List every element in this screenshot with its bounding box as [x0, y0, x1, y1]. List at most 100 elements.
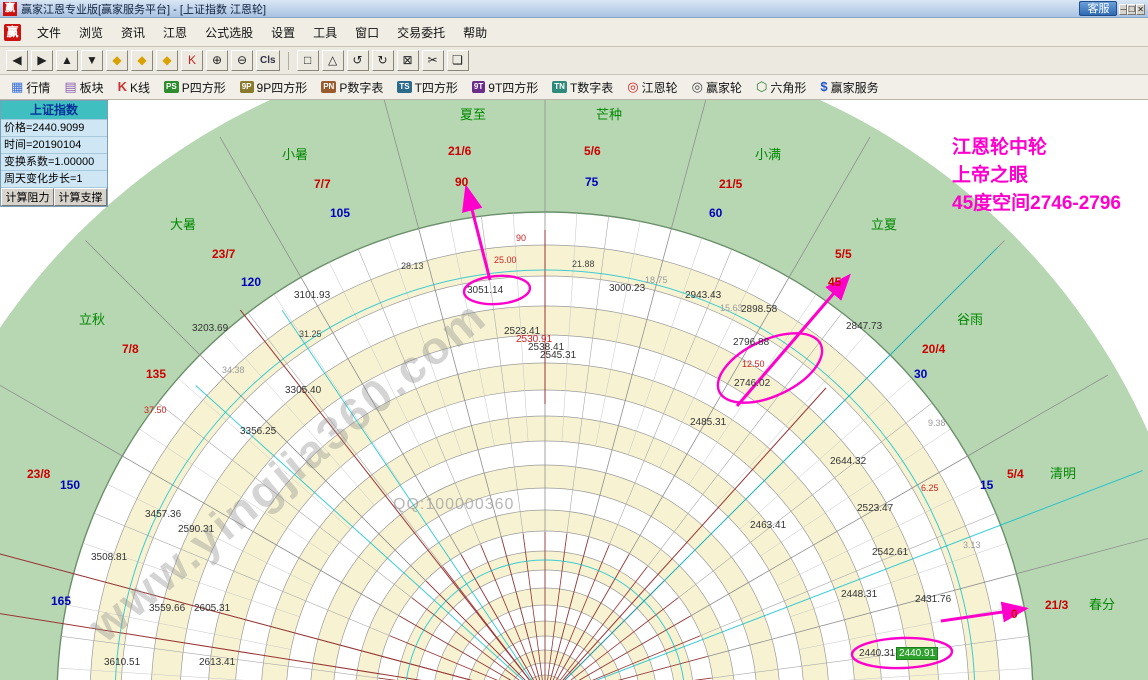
ribbon-t-number-table[interactable]: TNT数字表: [545, 77, 620, 98]
ribbon-9t-square[interactable]: 9T9T四方形: [465, 77, 545, 98]
wheel-label: 2746.02: [734, 378, 770, 389]
ribbon-hexagon-label: 六角形: [770, 79, 806, 96]
wheel-label: 21/3: [1045, 599, 1068, 612]
app-logo-icon: 赢: [3, 2, 17, 16]
wheel-label: 30: [914, 368, 927, 381]
wheel-label: 立夏: [871, 218, 897, 232]
ribbon-9t-square-icon: 9T: [472, 81, 485, 93]
toolbar-separator: [288, 52, 289, 70]
calc-support-button[interactable]: 计算支撑: [54, 188, 107, 206]
wheel-label: 2898.58: [741, 304, 777, 315]
ribbon-9p-square-label: 9P四方形: [257, 79, 308, 96]
pointer-down-button[interactable]: ▼: [81, 50, 103, 71]
app-window: 赢 赢家江恩专业版[赢家服务平台] - [上证指数 江恩轮] 客服 ─☐✕ 赢 …: [0, 0, 1148, 680]
comment-tool[interactable]: ❏: [447, 50, 469, 71]
wheel-label: 20/4: [922, 343, 945, 356]
back-button[interactable]: ◀: [6, 50, 28, 71]
diamond-tool-3[interactable]: ◆: [156, 50, 178, 71]
menu-view[interactable]: 浏览: [70, 22, 112, 44]
menu-window[interactable]: 窗口: [346, 22, 388, 44]
forward-button[interactable]: ▶: [31, 50, 53, 71]
wheel-label: 120: [241, 276, 261, 289]
ribbon-hexagon-icon: ⬡: [756, 80, 767, 94]
ribbon-kline-icon: K: [118, 80, 127, 94]
diamond-tool-1[interactable]: ◆: [106, 50, 128, 71]
wheel-label: 5/6: [584, 145, 601, 158]
menu-file[interactable]: 文件: [28, 22, 70, 44]
wheel-label: 3356.25: [240, 426, 276, 437]
wheel-label: 3.13: [963, 541, 981, 551]
menu-tools[interactable]: 工具: [304, 22, 346, 44]
maximize-button[interactable]: ☐: [1127, 4, 1136, 15]
wheel-label: 15: [980, 479, 993, 492]
wheel-label: 18.75: [645, 276, 668, 286]
menu-settings[interactable]: 设置: [262, 22, 304, 44]
panel-row: 周天变化步长=1: [1, 170, 107, 187]
wheel-label: 3000.23: [609, 283, 645, 294]
calc-resistance-button[interactable]: 计算阻力: [1, 188, 54, 206]
wheel-label: 清明: [1050, 467, 1076, 481]
ribbon-kline[interactable]: KK线: [111, 77, 157, 98]
ribbon-hexagon[interactable]: ⬡六角形: [749, 77, 813, 98]
customer-service-button[interactable]: 客服: [1079, 1, 1117, 16]
ribbon-p-square-label: P四方形: [182, 79, 226, 96]
pointer-up-button[interactable]: ▲: [56, 50, 78, 71]
wheel-label: 90: [516, 234, 526, 244]
ribbon-p-square[interactable]: PSP四方形: [157, 77, 233, 98]
ribbon-winner-wheel[interactable]: ◎赢家轮: [685, 77, 749, 98]
wheel-label: 75: [585, 176, 598, 189]
wheel-label: 25.00: [494, 256, 517, 266]
ribbon-p-number-table[interactable]: PNP数字表: [314, 77, 390, 98]
annotation-line-2: 上帝之眼: [952, 162, 1121, 190]
menu-gann[interactable]: 江恩: [154, 22, 196, 44]
wheel-label: 9.38: [928, 419, 946, 429]
ribbon-gann-wheel-label: 江恩轮: [642, 79, 678, 96]
clear-button[interactable]: Cls: [256, 50, 280, 71]
wheel-label: 6.25: [921, 484, 939, 494]
wheel-label: 2644.32: [830, 456, 866, 467]
ribbon-winner-service[interactable]: $赢家服务: [813, 77, 885, 98]
panel-row: 价格=2440.9099: [1, 119, 107, 136]
kline-button[interactable]: K: [181, 50, 203, 71]
ribbon-quotes[interactable]: ▦行情: [4, 77, 57, 98]
ribbon-9p-square[interactable]: 9P9P四方形: [233, 77, 314, 98]
view-toolbar: ▦行情▤板块KK线PSP四方形9P9P四方形PNP数字表TST四方形9T9T四方…: [0, 75, 1148, 100]
diamond-tool-2[interactable]: ◆: [131, 50, 153, 71]
rotate-cw-tool[interactable]: ↻: [372, 50, 394, 71]
wheel-label: 5/5: [835, 248, 852, 261]
rotate-ccw-tool[interactable]: ↺: [347, 50, 369, 71]
wheel-label: 7/7: [314, 178, 331, 191]
menubar: 赢 文件浏览资讯江恩公式选股设置工具窗口交易委托帮助: [0, 18, 1148, 47]
zoom-in-button[interactable]: ⊕: [206, 50, 228, 71]
ribbon-t-square[interactable]: TST四方形: [390, 77, 465, 98]
delete-tool[interactable]: ⊠: [397, 50, 419, 71]
wheel-label: 23/7: [212, 248, 235, 261]
panel-row: 变换系数=1.00000: [1, 153, 107, 170]
ribbon-p-number-table-icon: PN: [321, 81, 336, 93]
ribbon-p-square-icon: PS: [164, 81, 179, 93]
wheel-label: 大暑: [170, 218, 196, 232]
menu-news[interactable]: 资讯: [112, 22, 154, 44]
cut-tool[interactable]: ✂: [422, 50, 444, 71]
triangle-tool[interactable]: △: [322, 50, 344, 71]
ribbon-gann-wheel[interactable]: ◎江恩轮: [620, 77, 684, 98]
wheel-label: 3610.51: [104, 657, 140, 668]
wheel-label: 2796.88: [733, 337, 769, 348]
titlebar: 赢 赢家江恩专业版[赢家服务平台] - [上证指数 江恩轮] 客服 ─☐✕: [0, 0, 1148, 18]
menu-help[interactable]: 帮助: [454, 22, 496, 44]
panel-title: 上证指数: [1, 101, 107, 119]
ribbon-kline-label: K线: [130, 79, 150, 96]
wheel-label: 165: [51, 595, 71, 608]
rectangle-tool[interactable]: □: [297, 50, 319, 71]
wheel-label: 3305.40: [285, 385, 321, 396]
wheel-label: 芒种: [596, 108, 622, 122]
ribbon-sectors[interactable]: ▤板块: [57, 77, 110, 98]
menu-formula-stock-pick[interactable]: 公式选股: [196, 22, 262, 44]
wheel-label: 2542.61: [872, 547, 908, 558]
menu-trade-order[interactable]: 交易委托: [388, 22, 454, 44]
minimize-button[interactable]: ─: [1119, 4, 1127, 15]
close-button[interactable]: ✕: [1136, 4, 1145, 15]
wheel-label: 2440.91: [896, 647, 938, 660]
zoom-out-button[interactable]: ⊖: [231, 50, 253, 71]
wheel-label: 34.38: [222, 366, 245, 376]
